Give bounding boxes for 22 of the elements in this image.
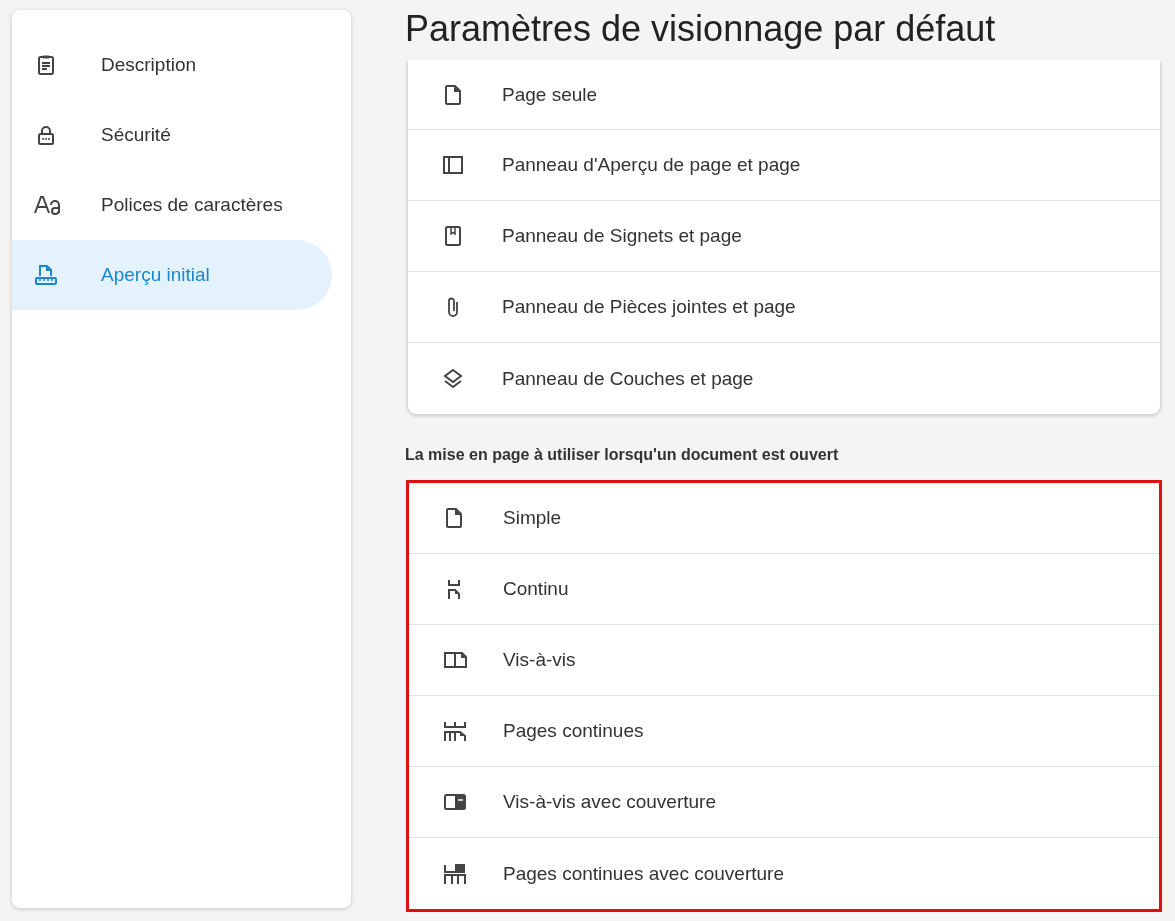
option-item[interactable]: Panneau de Couches et page (408, 343, 1160, 414)
sidebar-item[interactable]: Description (12, 30, 332, 100)
option-item[interactable]: Simple (409, 483, 1159, 554)
continuous-cover-icon (442, 861, 468, 886)
sidebar-panel-icon (441, 153, 465, 177)
font-icon (34, 193, 62, 217)
page-ruler-icon (34, 263, 58, 287)
option-item[interactable]: Page seule (408, 60, 1160, 130)
continuous-facing-icon (442, 719, 468, 743)
option-item[interactable]: Vis-à-vis avec couverture (409, 767, 1159, 838)
option-item[interactable]: Pages continues (409, 696, 1159, 767)
option-item[interactable]: Vis-à-vis (409, 625, 1159, 696)
sidebar-item[interactable]: Aperçu initial (12, 240, 332, 310)
layers-icon (441, 366, 465, 391)
option-item[interactable]: Pages continues avec couverture (409, 838, 1159, 909)
option-item[interactable]: Panneau de Pièces jointes et page (408, 272, 1160, 343)
sidebar-item[interactable]: Sécurité (12, 100, 332, 170)
option-item[interactable]: Continu (409, 554, 1159, 625)
option-item[interactable]: Panneau de Signets et page (408, 201, 1160, 272)
sidebar-item[interactable]: Polices de caractères (12, 170, 332, 240)
section-heading: La mise en page à utiliser lorsqu'un document est ouvert (405, 446, 840, 464)
option-item[interactable]: Panneau d'Aperçu de page et page (408, 130, 1160, 201)
